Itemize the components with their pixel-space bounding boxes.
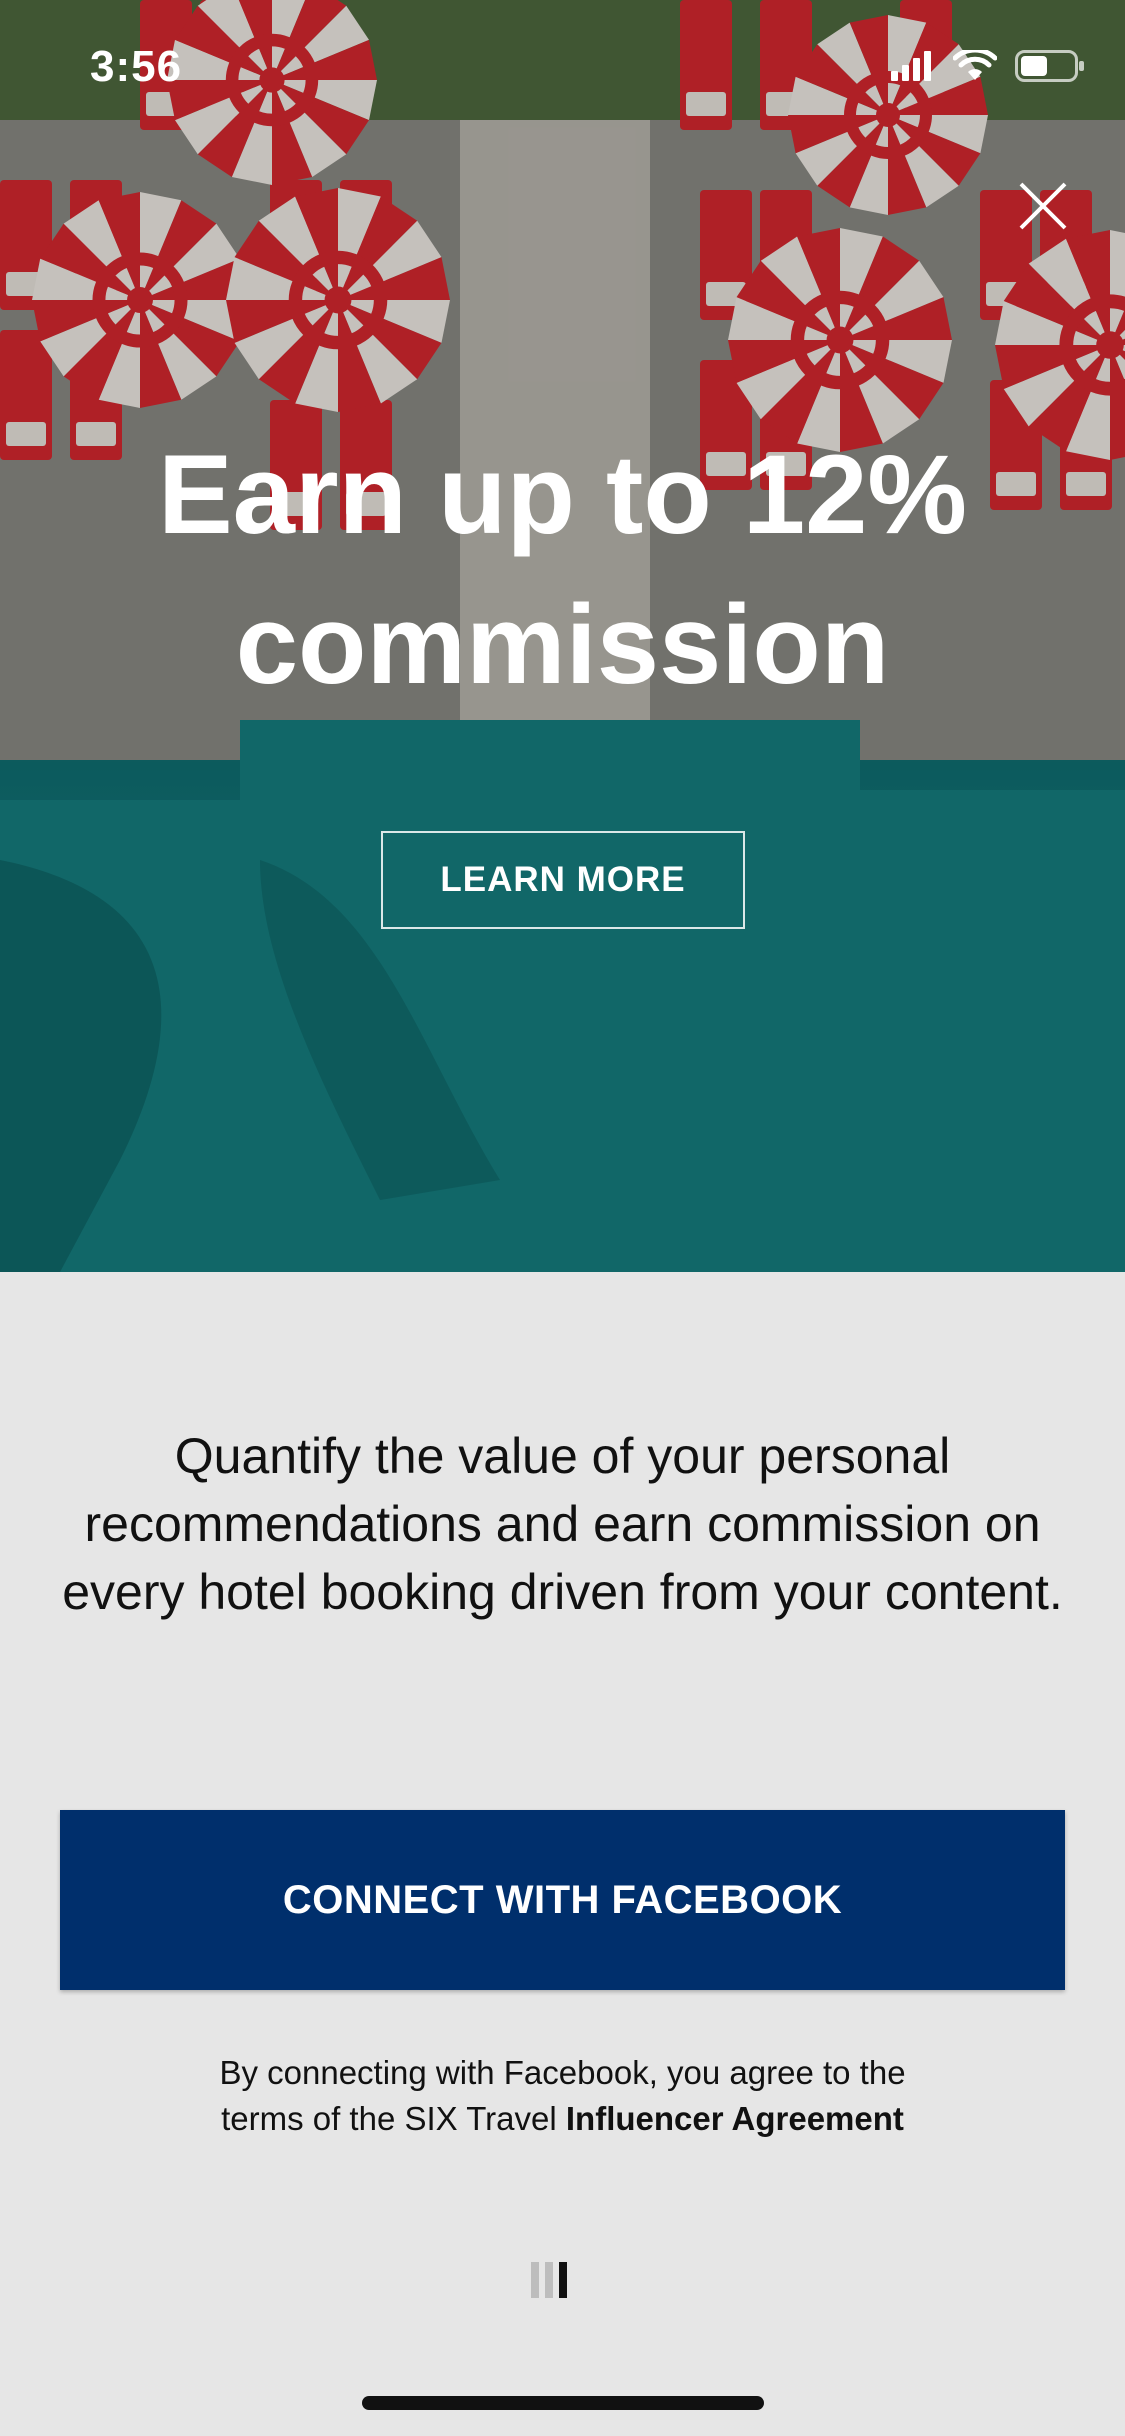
terms-text: By connecting with Facebook, you agree t… (200, 2050, 925, 2142)
wifi-icon (953, 50, 997, 80)
page-dot-active (559, 2262, 567, 2298)
hero-title: Earn up to 12% commission (0, 420, 1125, 720)
learn-more-button[interactable]: LEARN MORE (381, 831, 745, 929)
influencer-agreement-link[interactable]: Influencer Agreement (566, 2100, 904, 2137)
home-indicator (362, 2396, 764, 2410)
hero-title-line2: commission (235, 582, 890, 707)
hero-banner: 3:56 Earn up to 12% commission LEARN MOR… (0, 0, 1125, 1272)
page-indicator (531, 2262, 567, 2298)
status-icons (891, 50, 1085, 82)
status-time: 3:56 (90, 42, 183, 91)
connect-facebook-button[interactable]: CONNECT WITH FACEBOOK (60, 1810, 1065, 1990)
description-text: Quantify the value of your personal reco… (62, 1428, 1063, 1620)
page-dot (545, 2262, 553, 2298)
page-dot (531, 2262, 539, 2298)
hero-title-line1: Earn up to 12% (157, 432, 968, 557)
close-icon[interactable] (1015, 178, 1071, 234)
signal-icon (891, 51, 931, 81)
battery-icon (1015, 50, 1084, 82)
